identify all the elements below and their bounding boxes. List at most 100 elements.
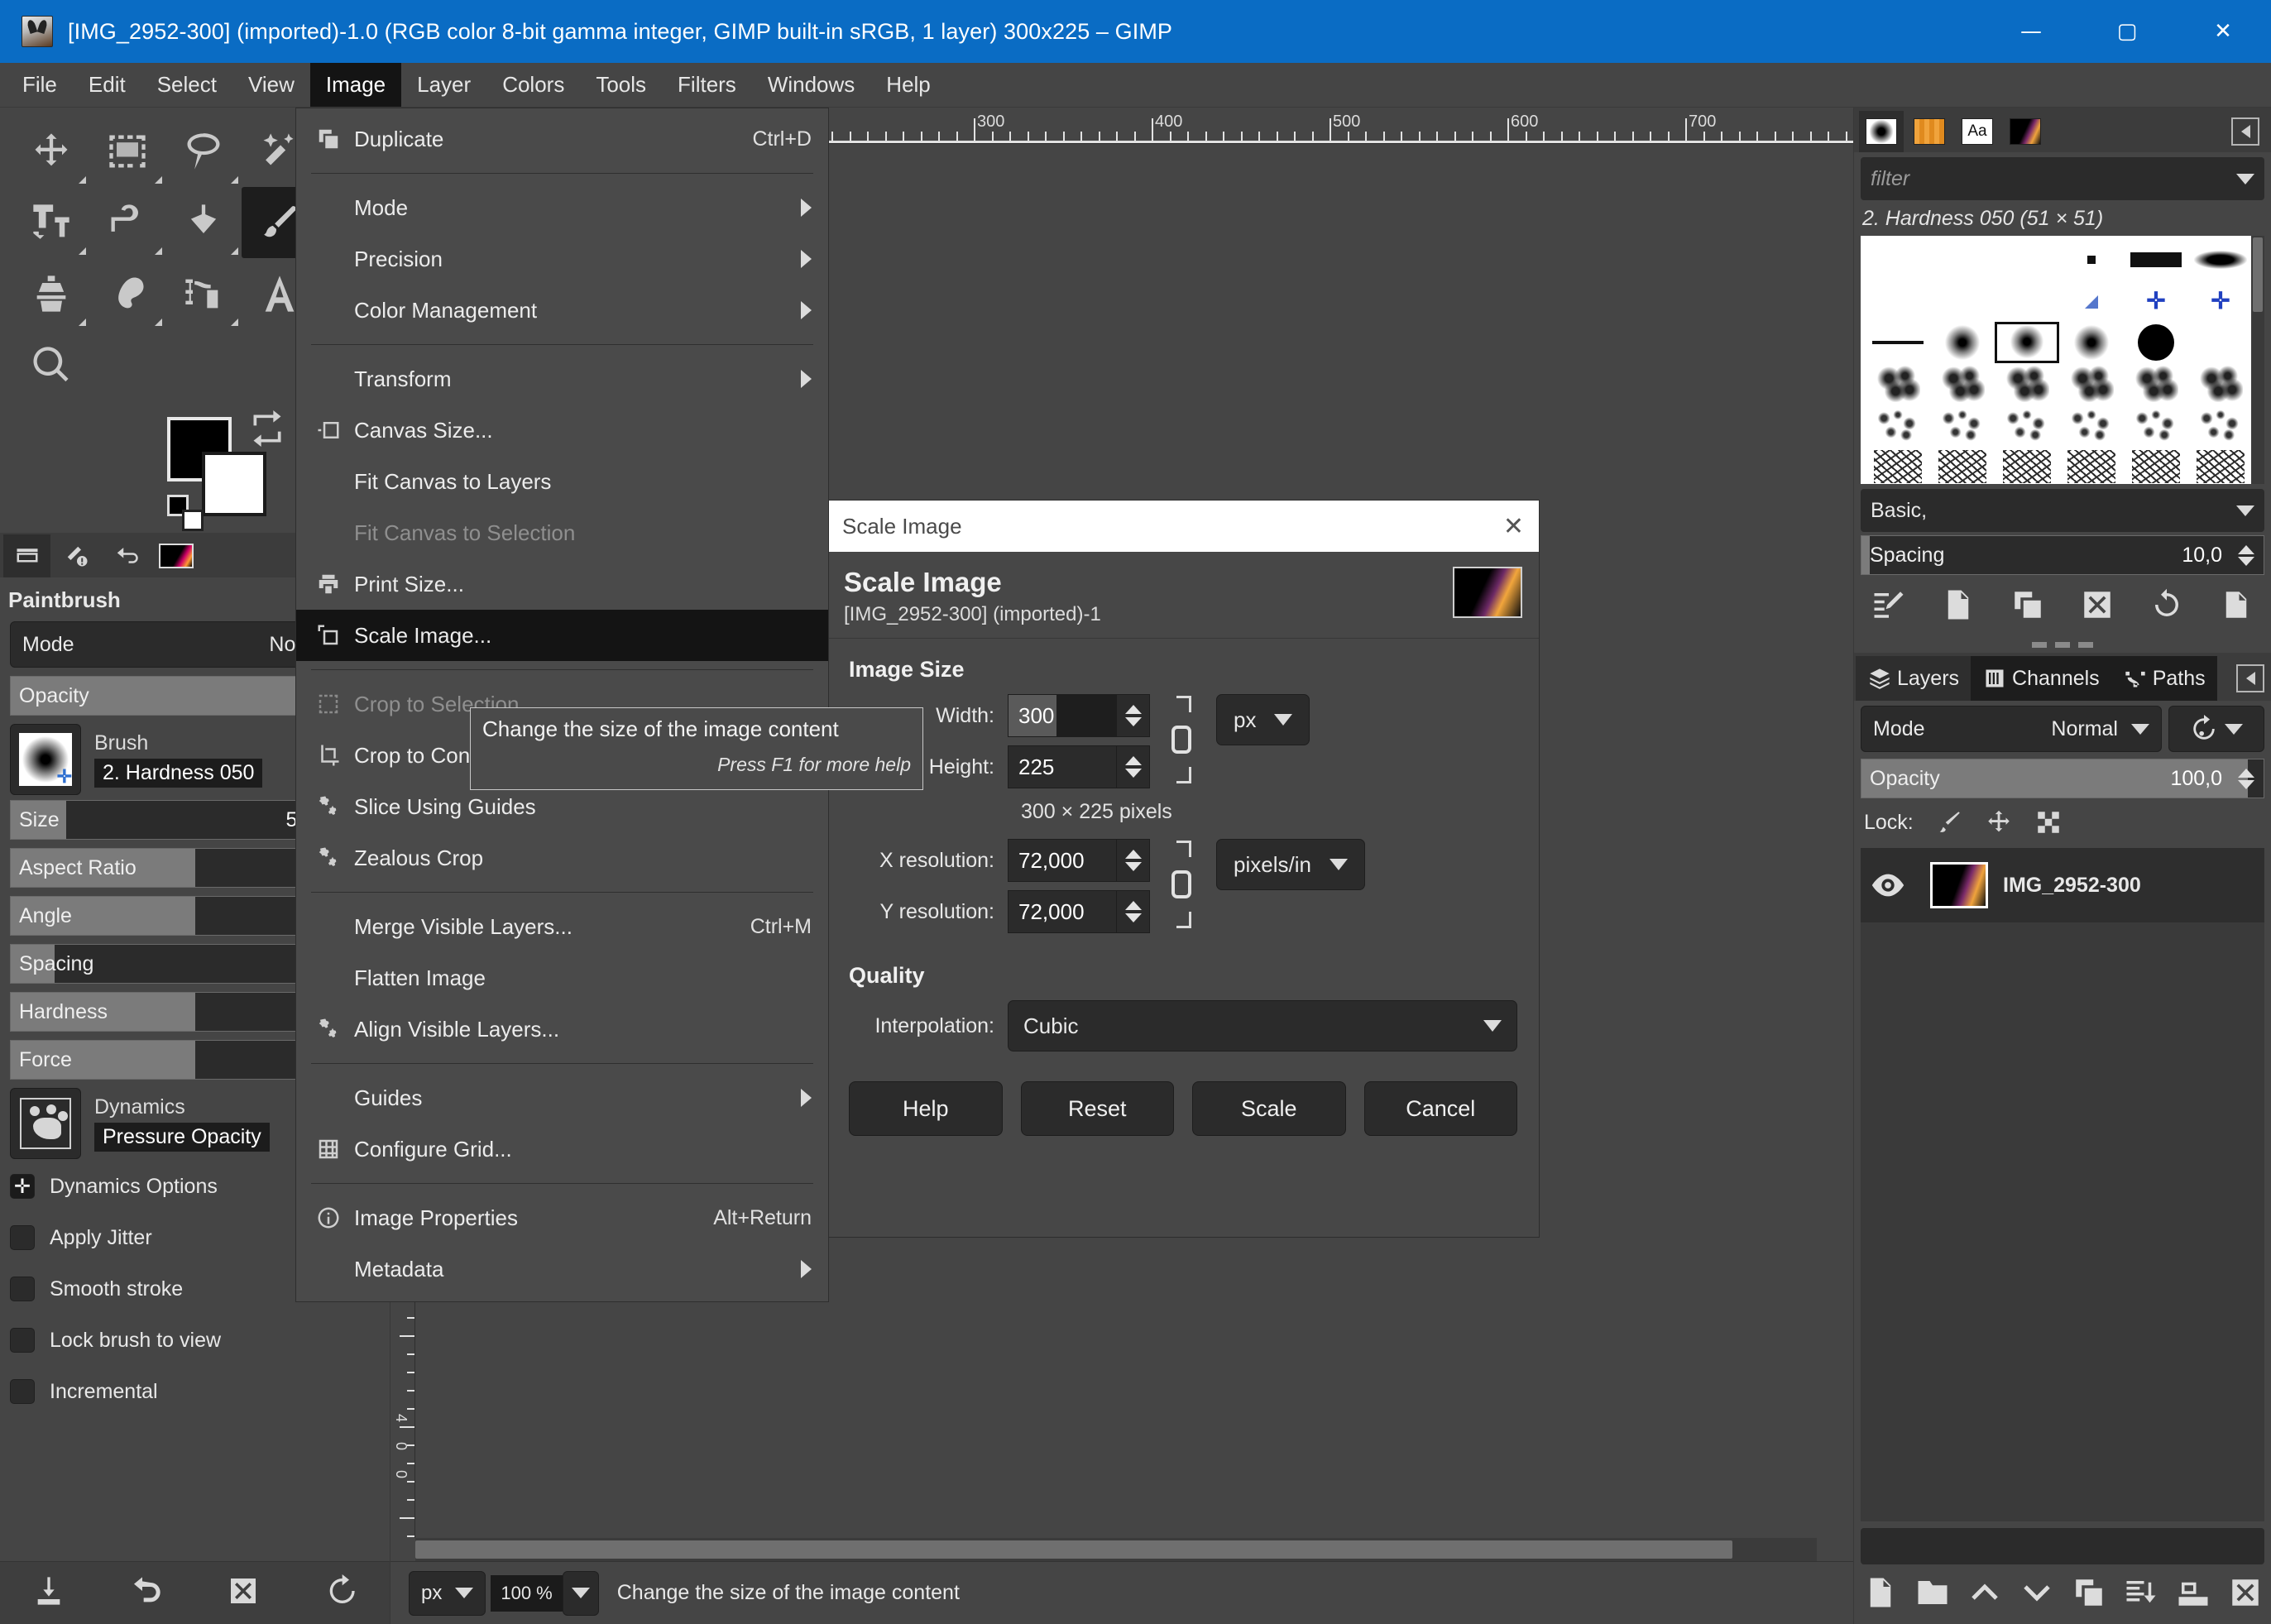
menu-item-merge-visible-layers[interactable]: Merge Visible Layers... Ctrl+M <box>296 901 828 952</box>
horizontal-scrollbar[interactable] <box>415 1538 1817 1561</box>
anchor-layer-icon[interactable] <box>2176 1575 2211 1614</box>
brush-cell[interactable] <box>2188 446 2253 484</box>
brush-cell[interactable] <box>1930 446 1995 484</box>
incremental-checkbox[interactable] <box>10 1379 35 1404</box>
brush-cell[interactable] <box>2124 405 2188 446</box>
dynamics-options-checkbox[interactable] <box>10 1174 35 1199</box>
brush-cell[interactable] <box>2059 363 2124 405</box>
menu-colors[interactable]: Colors <box>486 63 580 107</box>
close-button[interactable]: ✕ <box>2175 0 2271 63</box>
lock-pixels-icon[interactable] <box>1935 808 1963 836</box>
rectangle-select-tool[interactable] <box>89 116 165 187</box>
bucket-fill-tool[interactable] <box>89 187 165 258</box>
height-input[interactable]: 225 <box>1008 745 1117 788</box>
move-tool[interactable] <box>13 116 89 187</box>
delete-layer-icon[interactable] <box>2228 1575 2263 1614</box>
menu-select[interactable]: Select <box>141 63 232 107</box>
size-unit-combo[interactable]: px <box>1216 694 1310 745</box>
ink-tool[interactable] <box>165 258 242 329</box>
open-brush-icon[interactable] <box>2219 587 2254 626</box>
new-layer-icon[interactable] <box>1863 1575 1898 1614</box>
brush-cell[interactable] <box>1866 322 1930 363</box>
lock-alpha-icon[interactable] <box>2034 808 2063 836</box>
brush-cell[interactable] <box>1930 363 1995 405</box>
lower-layer-icon[interactable] <box>2019 1575 2054 1614</box>
raise-layer-icon[interactable] <box>1967 1575 2002 1614</box>
help-button[interactable]: Help <box>849 1081 1003 1136</box>
menu-item-duplicate[interactable]: Duplicate Ctrl+D <box>296 113 828 165</box>
layer-blend-space-button[interactable] <box>2168 706 2264 752</box>
brush-cell[interactable] <box>1995 405 2059 446</box>
tab-layers[interactable]: Layers <box>1856 656 1972 701</box>
brush-cell[interactable] <box>1866 446 1930 484</box>
brush-cell[interactable] <box>2124 363 2188 405</box>
duplicate-brush-icon[interactable] <box>2010 587 2045 626</box>
yres-stepper[interactable] <box>1117 890 1150 933</box>
lock-brush-row[interactable]: Lock brush to view <box>10 1316 380 1364</box>
resolution-unit-combo[interactable]: pixels/in <box>1216 839 1365 890</box>
restore-options-icon[interactable] <box>130 1574 163 1612</box>
brush-cell[interactable] <box>2059 322 2124 363</box>
gradient-tool[interactable] <box>165 187 242 258</box>
brushes-tab[interactable] <box>1859 111 1904 152</box>
maximize-button[interactable]: ▢ <box>2079 0 2175 63</box>
smooth-stroke-checkbox[interactable] <box>10 1277 35 1301</box>
menu-item-image-properties[interactable]: Image Properties Alt+Return <box>296 1192 828 1243</box>
width-input[interactable]: 300 <box>1008 694 1117 737</box>
menu-item-guides[interactable]: Guides <box>296 1072 828 1123</box>
brush-cell[interactable] <box>1995 322 2059 363</box>
brush-cell[interactable]: ✛ <box>2188 280 2253 322</box>
refresh-brushes-icon[interactable] <box>2149 587 2184 626</box>
brush-cell[interactable] <box>1995 446 2059 484</box>
layer-visibility-icon[interactable] <box>1869 866 1907 904</box>
patterns-tab[interactable] <box>1907 111 1952 152</box>
brush-preset-combo[interactable]: Basic, <box>1861 489 2264 532</box>
brush-cell[interactable] <box>2124 446 2188 484</box>
edit-brush-icon[interactable] <box>1871 587 1906 626</box>
size-chain-icon[interactable] <box>1158 694 1203 785</box>
menu-edit[interactable]: Edit <box>73 63 141 107</box>
tab-channels[interactable]: Channels <box>1971 656 2111 701</box>
menu-item-print-size[interactable]: Print Size... <box>296 558 828 610</box>
brush-cell[interactable] <box>1866 405 1930 446</box>
layer-list-item[interactable]: IMG_2952-300 <box>1861 848 2264 922</box>
dialog-close-icon[interactable]: ✕ <box>1503 512 1524 541</box>
lock-position-icon[interactable] <box>1985 808 2013 836</box>
images-tab[interactable] <box>2003 111 2048 152</box>
collapse-dock-icon[interactable] <box>2231 117 2259 146</box>
menu-view[interactable]: View <box>232 63 310 107</box>
brush-cell[interactable] <box>2124 322 2188 363</box>
brush-cell[interactable] <box>2188 405 2253 446</box>
brush-grid-scrollbar[interactable] <box>2251 236 2264 484</box>
menu-file[interactable]: File <box>7 63 73 107</box>
images-tab[interactable] <box>152 534 199 577</box>
layer-opacity-slider[interactable]: Opacity 100,0 <box>1861 759 2264 798</box>
menu-item-mode[interactable]: Mode <box>296 182 828 233</box>
brush-cell[interactable] <box>1930 322 1995 363</box>
zoom-combo[interactable] <box>562 1570 599 1616</box>
swap-colors-icon[interactable] <box>249 410 285 447</box>
brush-cell[interactable] <box>2059 239 2124 280</box>
fonts-tab[interactable]: Aa <box>1955 111 2000 152</box>
layer-scroll-area[interactable] <box>1861 1528 2264 1564</box>
incremental-row[interactable]: Incremental <box>10 1368 380 1416</box>
brush-spacing-slider[interactable]: Spacing 10,0 <box>1861 535 2264 575</box>
new-group-icon[interactable] <box>1915 1575 1950 1614</box>
free-select-tool[interactable] <box>165 116 242 187</box>
yres-input[interactable]: 72,000 <box>1008 890 1117 933</box>
menu-item-precision[interactable]: Precision <box>296 233 828 285</box>
new-brush-icon[interactable] <box>1941 587 1976 626</box>
brush-spacing-stepper[interactable] <box>2232 544 2260 566</box>
menu-tools[interactable]: Tools <box>580 63 662 107</box>
zoom-tool[interactable] <box>13 329 89 400</box>
brush-cell[interactable] <box>2188 363 2253 405</box>
lock-brush-checkbox[interactable] <box>10 1328 35 1353</box>
undo-history-tab[interactable] <box>103 534 150 577</box>
tab-paths[interactable]: Paths <box>2110 656 2217 701</box>
menu-item-metadata[interactable]: Metadata <box>296 1243 828 1295</box>
scale-button[interactable]: Scale <box>1192 1081 1346 1136</box>
menu-help[interactable]: Help <box>870 63 946 107</box>
smudge-tool[interactable] <box>89 258 165 329</box>
minimize-button[interactable]: — <box>1983 0 2079 63</box>
zoom-value[interactable]: 100 % <box>491 1574 563 1612</box>
